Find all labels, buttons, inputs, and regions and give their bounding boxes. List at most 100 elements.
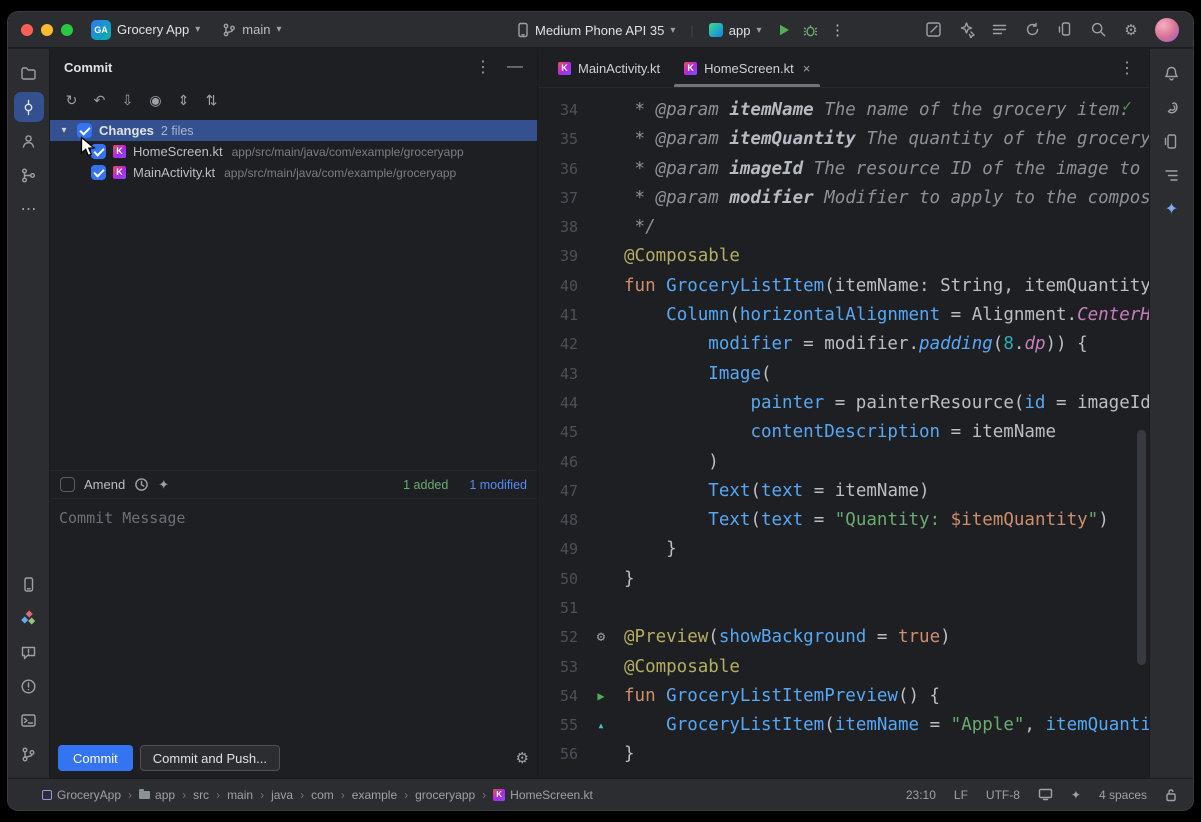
code-text[interactable]: Text(text = itemName) [624, 481, 1149, 501]
code-text[interactable]: @Composable [624, 246, 1149, 266]
code-line[interactable]: 49 } [538, 535, 1149, 564]
panel-options-button[interactable]: ⋮ [475, 57, 491, 77]
project-selector[interactable]: GA Grocery App ▾ [87, 17, 204, 43]
editor-scrollbar[interactable] [1137, 430, 1146, 665]
code-line[interactable]: 44 painter = painterResource(id = imageI… [538, 388, 1149, 417]
terminal-tool-button[interactable] [14, 705, 44, 735]
code-text[interactable]: painter = painterResource(id = imageId [624, 393, 1149, 413]
gear-gutter-icon[interactable]: ⚙ [578, 629, 624, 645]
amend-checkbox[interactable] [60, 477, 75, 492]
line-number[interactable]: 55 [538, 716, 578, 734]
line-number[interactable]: 56 [538, 745, 578, 763]
commit-and-push-button[interactable]: Commit and Push... [140, 745, 280, 771]
code-text[interactable]: } [624, 539, 1149, 559]
line-number[interactable]: 37 [538, 189, 578, 207]
resource-manager-tool-button[interactable] [14, 603, 44, 633]
line-number[interactable]: 45 [538, 423, 578, 441]
code-text[interactable]: modifier = modifier.padding(8.dp)) { [624, 334, 1149, 354]
code-text[interactable]: */ [624, 217, 1149, 237]
zoom-window-button[interactable] [61, 24, 73, 36]
app-quality-insights-tool-button[interactable] [14, 637, 44, 667]
commit-tool-button[interactable] [14, 92, 44, 122]
code-line[interactable]: 36 * @param imageId The resource ID of t… [538, 154, 1149, 183]
debug-button[interactable] [802, 21, 820, 39]
line-number[interactable]: 35 [538, 130, 578, 148]
code-line[interactable]: 43 Image( [538, 359, 1149, 388]
code-text[interactable]: contentDescription = itemName [624, 422, 1149, 442]
branch-selector[interactable]: main ▾ [218, 19, 285, 40]
commit-settings-button[interactable]: ⚙ [516, 749, 529, 767]
breadcrumb-item[interactable]: com [311, 788, 334, 802]
line-number[interactable]: 49 [538, 540, 578, 558]
line-number[interactable]: 43 [538, 365, 578, 383]
commit-message-input[interactable]: Commit Message [50, 498, 537, 738]
code-text[interactable]: } [624, 744, 1149, 764]
code-editor[interactable]: ✓ 3334 * @param itemName The name of the… [538, 88, 1149, 778]
close-tab-button[interactable]: × [803, 61, 811, 76]
code-line[interactable]: 40fun GroceryListItem(itemName: String, … [538, 271, 1149, 300]
run-configuration-selector[interactable]: app ▾ [705, 20, 766, 41]
chevron-down-icon[interactable]: ▾ [58, 125, 70, 136]
collapse-all-button[interactable]: ⇅ [200, 89, 223, 112]
display-widget[interactable] [1038, 788, 1053, 801]
breadcrumb-item[interactable]: src [193, 788, 209, 802]
line-number[interactable]: 52 [538, 628, 578, 646]
pull-requests-tool-button[interactable] [14, 126, 44, 156]
line-number[interactable]: 33 [538, 88, 578, 90]
inspection-ok-icon[interactable]: ✓ [1121, 98, 1133, 115]
file-row[interactable]: KMainActivity.ktapp/src/main/java/com/ex… [50, 162, 537, 183]
line-number[interactable]: 46 [538, 453, 578, 471]
hide-panel-button[interactable]: — [507, 58, 523, 76]
expand-all-button[interactable]: ⇕ [172, 89, 195, 112]
line-number[interactable]: 36 [538, 160, 578, 178]
user-avatar[interactable] [1155, 18, 1179, 42]
refresh-changes-button[interactable]: ↻ [60, 89, 83, 112]
layout-inspector-button[interactable] [924, 21, 942, 39]
shelve-button[interactable]: ⇩ [116, 89, 139, 112]
device-mirroring-button[interactable] [1056, 21, 1074, 39]
line-number[interactable]: 38 [538, 218, 578, 236]
commit-history-button[interactable] [134, 477, 149, 492]
breadcrumb-item[interactable]: example [352, 788, 397, 802]
running-devices-tool-button[interactable] [14, 569, 44, 599]
breadcrumb-item[interactable]: KHomeScreen.kt [493, 788, 593, 802]
tab-homescreen[interactable]: K HomeScreen.kt × [672, 49, 822, 87]
device-manager-tool-button[interactable] [1157, 126, 1187, 156]
version-control-tool-button[interactable] [14, 739, 44, 769]
code-text[interactable]: } [624, 569, 1149, 589]
write-access-widget[interactable] [1165, 788, 1177, 802]
code-line[interactable]: 56} [538, 740, 1149, 769]
code-line[interactable]: 53@Composable [538, 652, 1149, 681]
breadcrumb-item[interactable]: app [139, 788, 175, 802]
commit-button[interactable]: Commit [58, 745, 133, 771]
cursor-position-widget[interactable]: 23:10 [906, 788, 936, 802]
code-text[interactable]: * @param imageId The resource ID of the … [624, 159, 1149, 179]
code-text[interactable]: Column(horizontalAlignment = Alignment.C… [624, 305, 1149, 325]
code-line[interactable]: 51 [538, 593, 1149, 622]
code-line[interactable]: 57 [538, 769, 1149, 778]
line-number[interactable]: 39 [538, 247, 578, 265]
code-text[interactable]: @Preview(showBackground = true) [624, 627, 1149, 647]
code-line[interactable]: 39 @Composable [538, 242, 1149, 271]
ai-actions-button[interactable] [957, 21, 975, 39]
code-text[interactable]: ) [624, 452, 1149, 472]
project-tool-button[interactable] [14, 58, 44, 88]
generate-commit-message-button[interactable]: ✦ [158, 477, 169, 493]
collapse-gutter-icon[interactable]: ▴ [578, 718, 624, 732]
show-diff-button[interactable]: ◉ [144, 89, 167, 112]
rollback-button[interactable]: ↶ [88, 89, 111, 112]
breadcrumb-item[interactable]: GroceryApp [42, 788, 121, 802]
code-line[interactable]: 55▴ GroceryListItem(itemName = "Apple", … [538, 711, 1149, 740]
code-line[interactable]: 38 */ [538, 212, 1149, 241]
code-line[interactable]: 45 contentDescription = itemName [538, 418, 1149, 447]
code-text[interactable]: * @param itemQuantity The quantity of th… [624, 129, 1149, 149]
changes-checkbox[interactable] [77, 123, 92, 138]
search-everywhere-button[interactable] [1089, 21, 1107, 39]
code-line[interactable]: 48 Text(text = "Quantity: $itemQuantity"… [538, 505, 1149, 534]
code-line[interactable]: 54▶fun GroceryListItemPreview() { [538, 681, 1149, 710]
breadcrumb-item[interactable]: java [271, 788, 293, 802]
sync-project-button[interactable] [1023, 21, 1041, 39]
line-number[interactable]: 41 [538, 306, 578, 324]
code-text[interactable]: * @param modifier Modifier to apply to t… [624, 188, 1149, 208]
gemini-tool-button[interactable]: ✦ [1157, 194, 1187, 224]
